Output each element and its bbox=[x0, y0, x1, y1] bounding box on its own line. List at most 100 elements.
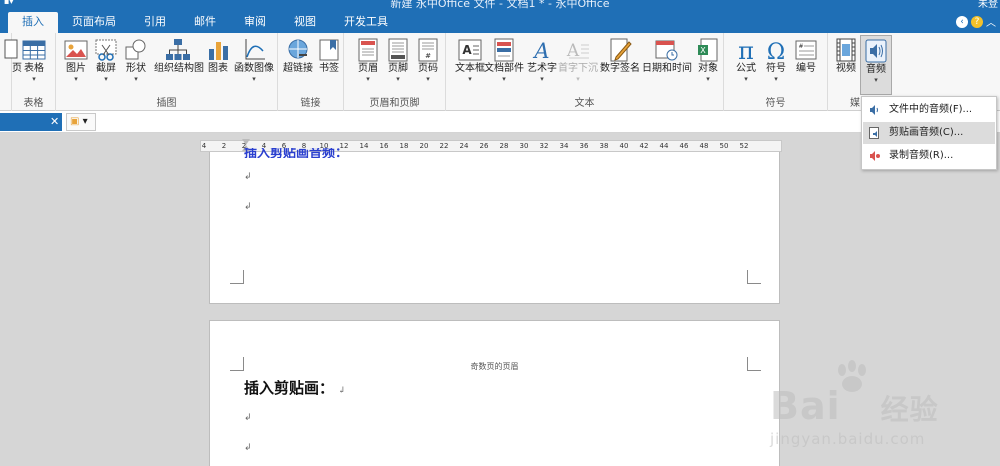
chevron-down-icon: ▾ bbox=[874, 76, 878, 84]
footer-icon bbox=[388, 38, 408, 62]
org-chart-icon bbox=[166, 39, 190, 60]
function-graph-icon bbox=[245, 39, 265, 60]
object-icon: X bbox=[698, 38, 718, 62]
ruler-tick-label: 22 bbox=[439, 142, 449, 150]
chevron-down-icon: ▾ bbox=[79, 116, 88, 127]
margin-corner bbox=[747, 270, 761, 284]
ruler-tick-label: 46 bbox=[679, 142, 689, 150]
bookmark-button[interactable]: 书签 bbox=[311, 35, 347, 93]
smartart-button[interactable]: 组织结构图 bbox=[154, 35, 204, 93]
svg-text:#: # bbox=[425, 52, 431, 60]
watermark-brand: Bai 经验 bbox=[770, 384, 939, 428]
group-text: A 文本框 ▾ 文档部件 ▾ A 艺术字 ▾ A 首字下沉 ▾ 数字签名 日期和… bbox=[446, 33, 724, 111]
bookmark-icon bbox=[319, 39, 339, 61]
signature-button[interactable]: 数字签名 bbox=[600, 35, 640, 93]
group-label-text: 文本 bbox=[574, 98, 595, 109]
paragraph-mark: ↲ bbox=[244, 172, 252, 182]
menu-item-clipart-audio[interactable]: 剪贴画音频(C)... bbox=[863, 122, 995, 144]
ruler-tick-label: 52 bbox=[739, 142, 749, 150]
window-title: 新建 永中Office 文件 - 文档1 * - 永中Office bbox=[390, 0, 610, 10]
function-graph-button[interactable]: 函数图像 ▾ bbox=[234, 35, 274, 93]
window-controls: ‹ ? ︿ bbox=[956, 14, 996, 29]
help-icon[interactable]: ? bbox=[971, 15, 983, 28]
document-page-1[interactable]: 插入剪贴画音频： ↲ ↲ bbox=[209, 148, 780, 304]
audio-dropdown-menu: 文件中的音频(F)... 剪贴画音频(C)... 录制音频(R)... bbox=[861, 96, 997, 170]
globe-link-icon bbox=[288, 39, 308, 59]
omega-icon: Ω bbox=[767, 40, 785, 63]
ruler-tick-label: 40 bbox=[619, 142, 629, 150]
svg-text:A: A bbox=[532, 39, 549, 63]
group-links: 超链接 书签 链接 bbox=[278, 33, 344, 111]
ruler-tick-label: 18 bbox=[399, 142, 409, 150]
baidu-watermark: Bai 经验 jingyan.baidu.com bbox=[770, 354, 1000, 466]
ruler-tick-label: 26 bbox=[479, 142, 489, 150]
group-header-footer: 页眉 ▾ 页脚 ▾ # 页码 ▾ 页眉和页脚 bbox=[344, 33, 446, 111]
margin-corner bbox=[230, 270, 244, 284]
chevron-down-icon: ▾ bbox=[32, 75, 36, 83]
numbering-icon: # bbox=[795, 40, 817, 60]
tab-view[interactable]: 视图 bbox=[280, 12, 330, 33]
close-tab-icon[interactable]: ✕ bbox=[50, 113, 59, 131]
numbering-button[interactable]: # 编号 bbox=[788, 35, 824, 93]
menu-item-audio-from-file[interactable]: 文件中的音频(F)... bbox=[863, 99, 995, 121]
group-symbols: π 公式 ▾ Ω 符号 ▾ # 编号 符号 bbox=[724, 33, 828, 111]
paragraph-mark: ↲ bbox=[244, 413, 252, 423]
textbox-icon: A bbox=[458, 39, 482, 61]
tab-references[interactable]: 引用 bbox=[130, 12, 180, 33]
tab-developer[interactable]: 开发工具 bbox=[330, 12, 402, 33]
ribbon: 页 表格 ▾ 表格 图片 ▾ 截屏 ▾ 形状 ▾ 组织结构图 图表 函数图像 ▾… bbox=[0, 33, 1000, 111]
doc-parts-button[interactable]: 文档部件 ▾ bbox=[484, 35, 524, 93]
document-page-2[interactable]: 奇数页的页眉 插入剪贴画： ↲ ↲ ↲ bbox=[209, 320, 780, 466]
ruler-tick-label: 44 bbox=[659, 142, 669, 150]
shapes-button[interactable]: 形状 ▾ bbox=[118, 35, 154, 93]
cut-off-heading: 插入剪贴画音频： bbox=[244, 148, 349, 158]
ruler-tick-label: 2 bbox=[221, 142, 227, 150]
shapes-icon bbox=[125, 39, 146, 60]
ruler-tick-label: 28 bbox=[499, 142, 509, 150]
dropcap-button: A 首字下沉 ▾ bbox=[558, 35, 598, 93]
table-button[interactable]: 表格 ▾ bbox=[16, 35, 52, 93]
ruler-tick-label: 50 bbox=[719, 142, 729, 150]
ruler-tick-label: 4 bbox=[201, 142, 207, 150]
group-illustrations: 图片 ▾ 截屏 ▾ 形状 ▾ 组织结构图 图表 函数图像 ▾ 插图 bbox=[56, 33, 278, 111]
back-icon[interactable]: ‹ bbox=[956, 15, 968, 28]
svg-text:Ω: Ω bbox=[767, 40, 785, 63]
pi-icon: π bbox=[738, 37, 754, 63]
ruler-tick-label: 32 bbox=[539, 142, 549, 150]
page-number-icon: # bbox=[418, 38, 438, 62]
ruler-tick-label: 42 bbox=[639, 142, 649, 150]
tab-insert[interactable]: 插入 bbox=[8, 12, 58, 33]
doc-parts-icon bbox=[494, 38, 514, 62]
new-document-button[interactable]: ▣ ▾ bbox=[66, 113, 96, 131]
menu-item-record-audio[interactable]: 录制音频(R)... bbox=[863, 145, 995, 167]
datetime-button[interactable]: 日期和时间 bbox=[642, 35, 692, 93]
collapse-ribbon-icon[interactable]: ︿ bbox=[986, 14, 996, 29]
clipart-audio-icon bbox=[869, 127, 879, 139]
svg-text:#: # bbox=[798, 43, 803, 50]
ribbon-tabs: 插入 页面布局 引用 邮件 审阅 视图 开发工具 bbox=[8, 12, 402, 33]
svg-text:π: π bbox=[738, 37, 754, 63]
group-label-illustrations: 插图 bbox=[156, 98, 177, 109]
document-heading[interactable]: 插入剪贴画： ↲ bbox=[244, 377, 346, 398]
page-number-button[interactable]: # 页码 ▾ bbox=[410, 35, 446, 93]
object-button[interactable]: X 对象 ▾ bbox=[690, 35, 726, 93]
audio-button[interactable]: 音频 ▾ bbox=[860, 35, 892, 95]
table-icon bbox=[22, 40, 46, 60]
speaker-icon bbox=[865, 39, 887, 63]
film-icon bbox=[836, 38, 856, 62]
user-login[interactable]: 未登 bbox=[978, 0, 998, 10]
paragraph-mark: ↲ bbox=[244, 443, 252, 453]
signature-icon bbox=[610, 38, 632, 62]
tab-page-layout[interactable]: 页面布局 bbox=[58, 12, 130, 33]
group-label-links: 链接 bbox=[300, 98, 321, 109]
ruler-tick-label: 30 bbox=[519, 142, 529, 150]
scissors-icon bbox=[95, 39, 117, 61]
group-label-header-footer: 页眉和页脚 bbox=[369, 98, 420, 109]
tab-review[interactable]: 审阅 bbox=[230, 12, 280, 33]
ruler-tick-label: 38 bbox=[599, 142, 609, 150]
speaker-icon bbox=[870, 105, 878, 115]
page-header-text[interactable]: 奇数页的页眉 bbox=[210, 361, 779, 372]
bar-chart-icon bbox=[209, 42, 228, 60]
ruler-tick-label: 48 bbox=[699, 142, 709, 150]
tab-mailings[interactable]: 邮件 bbox=[180, 12, 230, 33]
